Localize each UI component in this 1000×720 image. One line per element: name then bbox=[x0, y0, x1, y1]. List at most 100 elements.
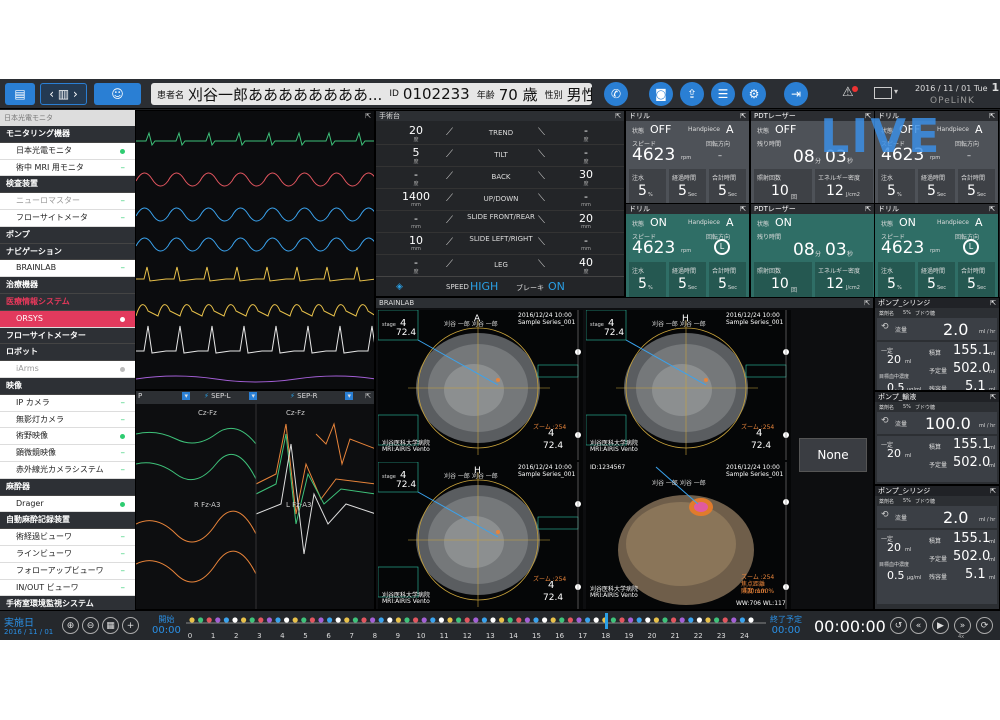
timeline-event-marker[interactable] bbox=[559, 617, 565, 623]
timeline-event-marker[interactable] bbox=[258, 617, 264, 623]
timeline-event-marker[interactable] bbox=[249, 617, 255, 623]
logout-button[interactable]: ⇥ bbox=[784, 82, 808, 106]
expand-icon[interactable]: ⇱ bbox=[740, 204, 746, 214]
timeline-event-marker[interactable] bbox=[456, 617, 462, 623]
timeline-event-marker[interactable] bbox=[404, 617, 410, 623]
grid-button[interactable]: ▦ bbox=[102, 617, 119, 634]
sidebar-category[interactable]: ナビゲーション bbox=[0, 243, 135, 261]
camera-button[interactable]: ◙ bbox=[649, 82, 673, 106]
sidebar-item[interactable]: ニューロマスター – bbox=[0, 193, 135, 210]
timeline-event-marker[interactable] bbox=[421, 617, 427, 623]
sidebar-category[interactable]: 手術室環境監視システム bbox=[0, 596, 135, 610]
timeline-event-marker[interactable] bbox=[223, 617, 229, 623]
timeline-event-marker[interactable] bbox=[344, 617, 350, 623]
timeline-event-marker[interactable] bbox=[636, 617, 642, 623]
table-control-icon[interactable]: ⟋ bbox=[446, 149, 453, 160]
sidebar-item[interactable]: 術中 MRI 用モニタ – bbox=[0, 159, 135, 177]
table-control-icon[interactable]: ⟍ bbox=[538, 193, 545, 204]
timeline-event-marker[interactable] bbox=[301, 617, 307, 623]
timeline-event-marker[interactable] bbox=[696, 617, 702, 623]
timeline-event-marker[interactable] bbox=[585, 617, 591, 623]
scan-view[interactable]: 2016/12/24 10:00 Sample Series_001 刈谷 一郎 刈… bbox=[586, 462, 791, 609]
table-control-icon[interactable]: ⟍ bbox=[538, 259, 545, 270]
timeline-event-marker[interactable] bbox=[464, 617, 470, 623]
sidebar-category[interactable]: フローサイトメーター bbox=[0, 327, 135, 345]
expand-icon[interactable]: ⇱ bbox=[615, 111, 621, 121]
timeline-event-marker[interactable] bbox=[516, 617, 522, 623]
timeline-event-marker[interactable] bbox=[619, 617, 625, 623]
timeline-event-marker[interactable] bbox=[481, 617, 487, 623]
timeline-event-marker[interactable] bbox=[671, 617, 677, 623]
sidebar-item[interactable]: フォローアップビューワ – bbox=[0, 562, 135, 580]
timeline-event-marker[interactable] bbox=[215, 617, 221, 623]
timeline-event-marker[interactable] bbox=[395, 617, 401, 623]
expand-icon[interactable]: ⇱ bbox=[740, 111, 746, 121]
user-button[interactable]: ☺ bbox=[94, 83, 141, 105]
timeline-event-marker[interactable] bbox=[567, 617, 573, 623]
timeline-event-marker[interactable] bbox=[705, 617, 711, 623]
timeline-event-marker[interactable] bbox=[550, 617, 556, 623]
layout-switch-button[interactable]: ‹ ▥ › bbox=[40, 83, 87, 105]
timeline-event-marker[interactable] bbox=[507, 617, 513, 623]
sidebar-category[interactable]: 自動麻酔記録装置 bbox=[0, 512, 135, 530]
scan-view[interactable]: 2016/12/24 10:00 Sample Series_001 刈谷 一郎 刈… bbox=[378, 310, 583, 465]
timeline-event-marker[interactable] bbox=[198, 617, 204, 623]
table-control-icon[interactable]: ⟋ bbox=[446, 237, 453, 248]
sidebar-category[interactable]: 映像 bbox=[0, 377, 135, 395]
timeline-event-marker[interactable] bbox=[241, 617, 247, 623]
timeline-event-marker[interactable] bbox=[679, 617, 685, 623]
table-control-icon[interactable]: ⟍ bbox=[538, 149, 545, 160]
timeline-event-marker[interactable] bbox=[524, 617, 530, 623]
timeline-event-marker[interactable] bbox=[714, 617, 720, 623]
sidebar-category[interactable]: 麻酔器 bbox=[0, 478, 135, 496]
sidebar-item[interactable]: IN/OUT ビューワ – bbox=[0, 579, 135, 597]
sidebar-item[interactable]: 日本光電モニタ bbox=[0, 142, 135, 160]
timeline-event-marker[interactable] bbox=[352, 617, 358, 623]
sidebar-category[interactable]: モニタリング機器 bbox=[0, 126, 135, 143]
phone-button[interactable]: ✆ bbox=[604, 82, 628, 106]
timeline-event-marker[interactable] bbox=[284, 617, 290, 623]
scan-view[interactable]: 2016/12/24 10:00 Sample Series_001 刈谷 一郎 刈… bbox=[586, 310, 791, 465]
timeline-event-marker[interactable] bbox=[653, 617, 659, 623]
expand-icon[interactable]: ⇱ bbox=[990, 392, 996, 402]
table-control-icon[interactable]: ⟋ bbox=[446, 259, 453, 270]
window-icon[interactable] bbox=[874, 87, 892, 99]
table-control-icon[interactable]: ⟍ bbox=[538, 237, 545, 248]
timeline-event-marker[interactable] bbox=[413, 617, 419, 623]
timeline-event-marker[interactable] bbox=[318, 617, 324, 623]
timeline-event-marker[interactable] bbox=[206, 617, 212, 623]
timeline-event-marker[interactable] bbox=[542, 617, 548, 623]
timeline-event-marker[interactable] bbox=[499, 617, 505, 623]
timeline-event-marker[interactable] bbox=[662, 617, 668, 623]
repeat-button[interactable]: ⟳ bbox=[976, 617, 993, 634]
timeline-event-marker[interactable] bbox=[266, 617, 272, 623]
zoom-out-button[interactable]: ⊖ bbox=[82, 617, 99, 634]
timeline-event-marker[interactable] bbox=[722, 617, 728, 623]
timeline-event-marker[interactable] bbox=[610, 617, 616, 623]
sidebar-category[interactable]: ポンプ bbox=[0, 226, 135, 244]
timeline-event-marker[interactable] bbox=[739, 617, 746, 623]
timeline-track[interactable]: 0 1 2 3 4 5 6 7 8 9 10 11 12 13 14 15 16 17 18 19 20 21 22 23 24 bbox=[186, 611, 766, 640]
timeline-event-marker[interactable] bbox=[533, 617, 539, 623]
tab-sep-l[interactable]: ⚡ SEP-L ▾ bbox=[198, 392, 263, 403]
sidebar-item[interactable]: ラインビューワ – bbox=[0, 545, 135, 563]
sidebar-item[interactable]: 無影灯カメラ – bbox=[0, 411, 135, 429]
expand-icon[interactable]: ⇱ bbox=[865, 204, 871, 214]
table-control-icon[interactable]: ⟍ bbox=[538, 215, 545, 226]
timeline-event-marker[interactable] bbox=[731, 617, 737, 623]
fast-forward-button[interactable]: » bbox=[954, 617, 971, 634]
sidebar-category[interactable]: 医療情報システム bbox=[0, 293, 135, 311]
sidebar-item[interactable]: iArms bbox=[0, 361, 135, 378]
sidebar-item[interactable]: 顕微鏡映像 – bbox=[0, 445, 135, 462]
sidebar-item[interactable]: 術野映像 bbox=[0, 428, 135, 446]
tab-sep-r[interactable]: ⚡ SEP-R ▾ bbox=[284, 392, 359, 403]
table-control-icon[interactable]: ⟍ bbox=[538, 127, 545, 138]
timeline-event-marker[interactable] bbox=[309, 617, 315, 623]
sidebar-item[interactable]: フローサイトメータ – bbox=[0, 209, 135, 227]
sidebar-item[interactable]: ORSYS bbox=[0, 310, 135, 328]
timeline-event-marker[interactable] bbox=[748, 617, 754, 623]
sidebar-category[interactable]: ロボット bbox=[0, 344, 135, 362]
expand-icon[interactable]: ⇱ bbox=[990, 298, 996, 308]
timeline-event-marker[interactable] bbox=[335, 617, 341, 623]
rewind-button[interactable]: « bbox=[910, 617, 927, 634]
